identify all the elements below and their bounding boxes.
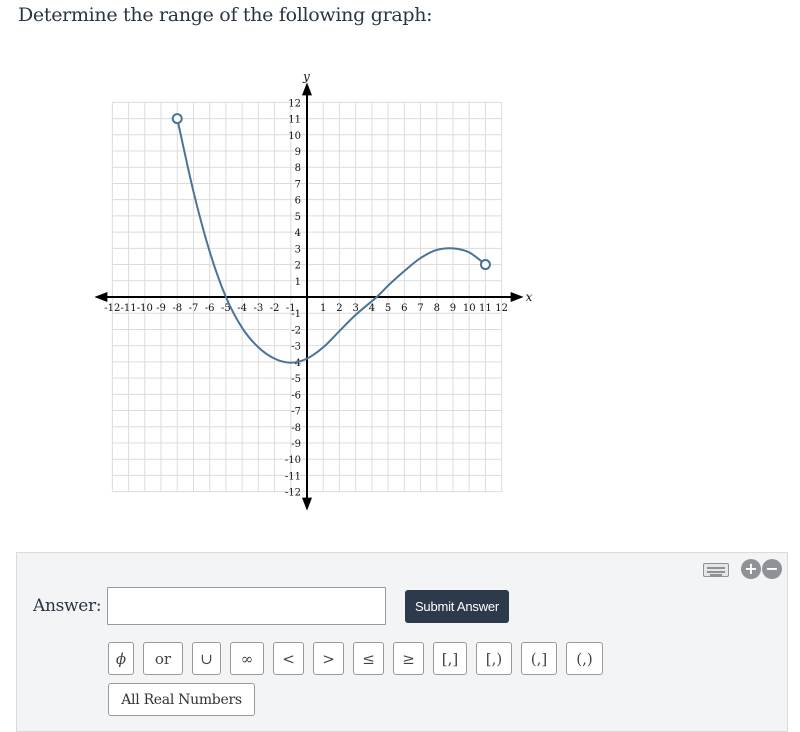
y-tick-label: 12 [288,98,301,109]
less-equal-button[interactable]: ≤ [353,642,384,675]
x-tick-label: 9 [450,303,456,314]
y-tick-label: -12 [285,488,301,499]
union-button[interactable]: ∪ [192,642,221,675]
y-axis-label: y [302,69,310,83]
x-tick-label: 5 [385,303,391,314]
y-tick-label: 11 [288,115,301,126]
empty-set-button[interactable]: ϕ [108,642,134,675]
open-endpoint-left [171,113,183,125]
y-tick-label: -10 [285,455,301,466]
y-tick-label: 8 [295,163,301,174]
y-axis-arrow-up [302,82,312,96]
y-tick-label: -11 [285,471,301,482]
x-tick-label: 2 [336,303,342,314]
answer-label: Answer: [33,596,102,616]
x-tick-label: 6 [401,303,407,314]
y-axis-arrow-down [302,497,312,511]
axes: xy [94,69,533,511]
or-button[interactable]: or [143,642,183,675]
closed-open-interval-button[interactable]: [,) [476,642,512,675]
x-tick-label: 4 [369,303,375,314]
y-tick-label: -2 [291,325,301,336]
x-tick-label: 12 [495,303,508,314]
symbol-toolbar: ϕ or ∪ ∞ < > ≤ ≥ [,] [,) (,] (,) [108,642,603,675]
y-tick-label: -1 [291,309,301,320]
open-closed-interval-button[interactable]: (,] [521,642,557,675]
zoom-out-icon[interactable]: − [762,559,782,579]
y-tick-label: -9 [291,439,301,450]
keyboard-icon[interactable] [703,563,729,577]
y-tick-label: 2 [295,261,301,272]
x-axis-arrow-left [94,292,108,302]
infinity-button[interactable]: ∞ [230,642,264,675]
y-tick-label: -5 [291,374,301,385]
y-tick-label: 3 [295,244,301,255]
x-tick-label: 1 [320,303,326,314]
x-tick-label: -9 [156,303,166,314]
zoom-in-icon[interactable]: + [741,559,761,579]
y-tick-label: 6 [295,196,301,207]
y-tick-label: 4 [295,228,301,239]
y-tick-label: 10 [288,131,301,142]
x-tick-label: -12 [104,303,120,314]
greater-than-button[interactable]: > [313,642,344,675]
all-real-numbers-button[interactable]: All Real Numbers [108,683,255,716]
answer-panel: + − Answer: Submit Answer ϕ or ∪ ∞ < > ≤… [16,552,788,732]
y-tick-label: 1 [295,277,301,288]
x-tick-label: -2 [270,303,280,314]
x-tick-label: -10 [137,303,153,314]
submit-answer-button[interactable]: Submit Answer [405,590,509,623]
y-tick-label: 5 [295,212,301,223]
x-tick-label: -7 [189,303,199,314]
y-tick-label: 9 [295,147,301,158]
closed-closed-interval-button[interactable]: [,] [433,642,467,675]
function-graph: xy -12 -11 -10 -9 -8 -7 -6 -5 -4 -3 -2 -1 1 2 3 4 5 6 7 8 9 1… [94,69,533,511]
x-tick-label: -8 [172,303,182,314]
y-tick-label: -3 [291,342,301,353]
open-endpoint-right [479,259,491,271]
y-tick-label: 7 [295,179,301,190]
less-than-button[interactable]: < [273,642,304,675]
x-tick-label: -6 [205,303,215,314]
open-open-interval-button[interactable]: (,) [566,642,603,675]
greater-equal-button[interactable]: ≥ [393,642,424,675]
x-tick-label: -3 [253,303,263,314]
x-tick-label: 11 [479,303,492,314]
y-tick-label: -6 [291,390,301,401]
y-tick-label: -8 [291,423,301,434]
answer-input[interactable] [107,587,386,625]
y-tick-label: -7 [291,407,301,418]
x-tick-label: -4 [237,303,247,314]
function-curve [176,118,487,364]
x-axis-label: x [526,290,533,304]
x-tick-label: 10 [463,303,476,314]
x-tick-label: -11 [121,303,137,314]
x-tick-label: 7 [417,303,423,314]
x-tick-label: 8 [434,303,440,314]
x-axis-arrow-right [510,292,524,302]
